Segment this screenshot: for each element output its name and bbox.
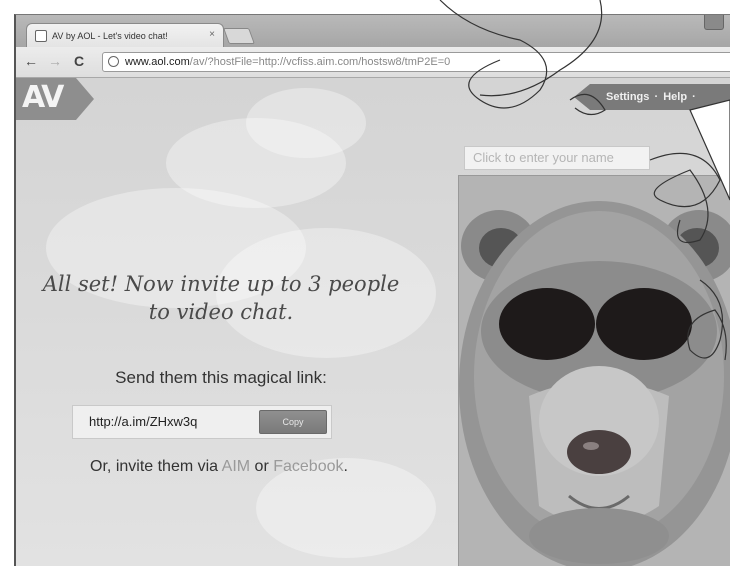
video-preview (458, 175, 730, 566)
separator: · (692, 91, 696, 103)
facebook-link[interactable]: Facebook (273, 458, 343, 475)
favicon-icon (35, 29, 47, 42)
tab-close-icon[interactable]: × (209, 29, 215, 40)
url-path: /av/?hostFile=http://vcfiss.aim.com/host… (189, 56, 451, 68)
invite-link[interactable]: http://a.im/ZHxw3q (89, 414, 197, 429)
new-tab-icon[interactable] (223, 28, 255, 44)
logo-arrow (76, 78, 94, 120)
bear-avatar (459, 176, 730, 566)
address-bar[interactable]: www.aol.com/av/?hostFile=http://vcfiss.a… (102, 52, 730, 72)
invite-link-box: http://a.im/ZHxw3q Copy (72, 405, 332, 439)
globe-icon (108, 56, 119, 67)
name-input[interactable]: Click to enter your name (464, 146, 650, 170)
tab-strip: AV by AOL - Let's video chat! × (16, 15, 730, 47)
browser-tab[interactable]: AV by AOL - Let's video chat! × (26, 23, 224, 47)
settings-link[interactable]: Settings (606, 91, 649, 103)
tab-title: AV by AOL - Let's video chat! (52, 30, 168, 41)
aim-link[interactable]: AIM (222, 458, 250, 475)
headline: All set! Now invite up to 3 people to vi… (42, 272, 400, 324)
invite-alternatives: Or, invite them via AIM or Facebook. (24, 458, 414, 476)
url-host: www.aol.com (125, 56, 190, 68)
or-label: or (254, 458, 269, 475)
invite-prefix: Or, invite them via (90, 458, 219, 475)
forward-arrow-icon[interactable]: → (48, 53, 62, 69)
copy-button[interactable]: Copy (259, 410, 327, 434)
window-minimize-button[interactable] (704, 15, 724, 30)
av-logo[interactable]: AV (16, 78, 76, 120)
period: . (343, 458, 348, 475)
cloud-decoration (246, 88, 366, 158)
settings-bar-tip (574, 84, 590, 110)
browser-toolbar: ← → C www.aol.com/av/?hostFile=http://vc… (16, 47, 730, 78)
separator: · (654, 91, 659, 103)
settings-bar: Settings · Help · (590, 84, 730, 110)
send-link-label: Send them this magical link: (115, 368, 327, 387)
browser-window: AV by AOL - Let's video chat! × ← → C ww… (14, 14, 730, 566)
help-link[interactable]: Help (663, 91, 687, 103)
reload-icon[interactable]: C (74, 53, 84, 69)
page-content: AV Settings · Help · Click to enter your… (16, 78, 730, 566)
back-arrow-icon[interactable]: ← (24, 53, 38, 69)
